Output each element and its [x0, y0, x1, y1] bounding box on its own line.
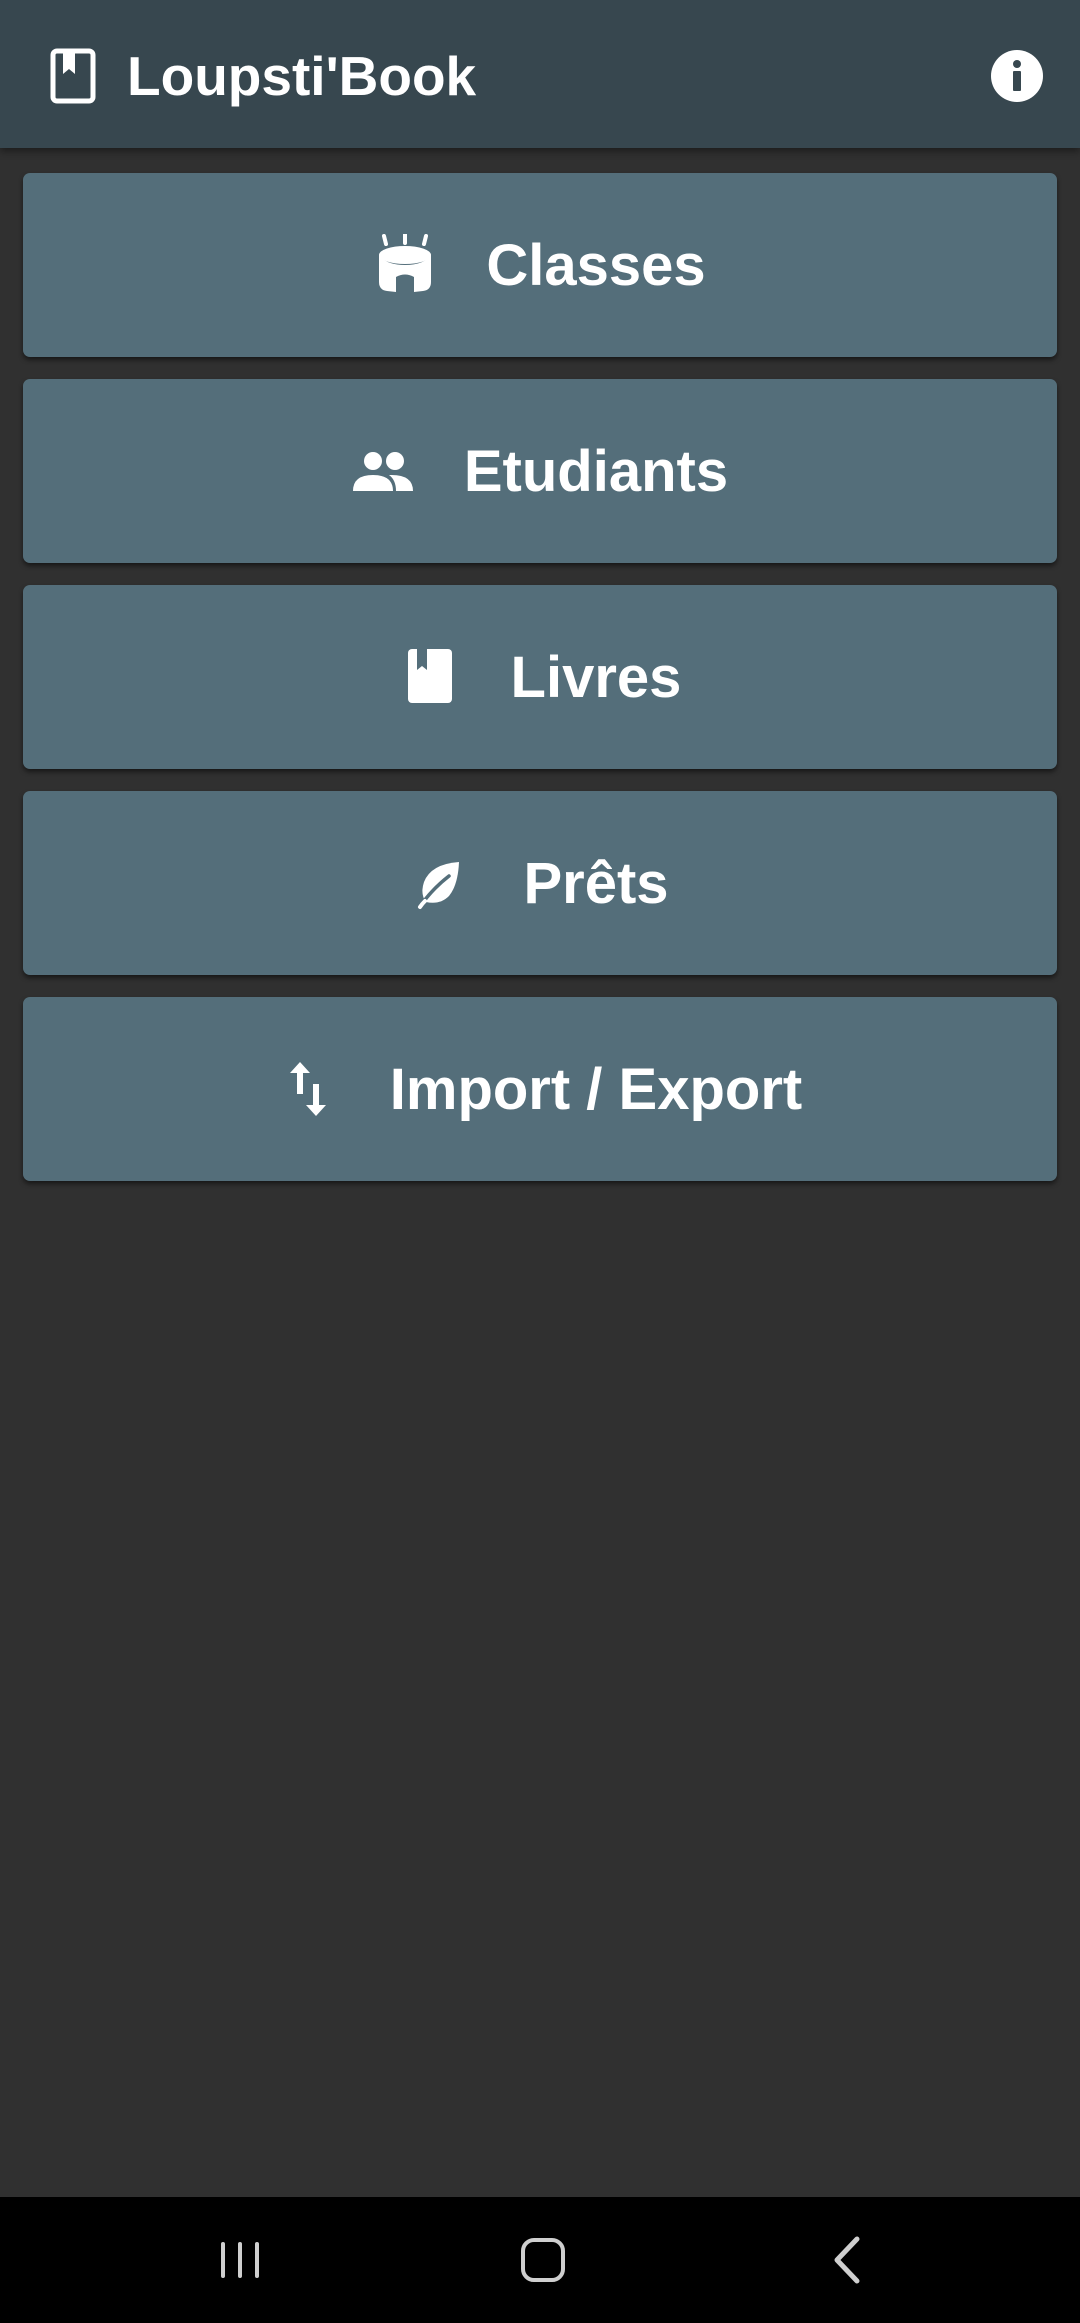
stadium-icon — [374, 234, 436, 296]
people-icon — [352, 440, 414, 502]
app-bar: Loupsti'Book — [0, 0, 1080, 148]
bookmark-book-icon — [50, 48, 96, 104]
prets-label: Prêts — [523, 850, 669, 916]
livres-label: Livres — [510, 644, 682, 710]
etudiants-button[interactable]: Etudiants — [23, 379, 1057, 563]
book-icon — [399, 646, 461, 708]
recent-apps-icon[interactable] — [200, 2230, 280, 2290]
leaf-icon — [411, 852, 473, 914]
app-title: Loupsti'Book — [127, 45, 477, 107]
system-navigation-bar — [0, 2197, 1080, 2323]
info-icon[interactable] — [990, 49, 1044, 103]
prets-button[interactable]: Prêts — [23, 791, 1057, 975]
livres-button[interactable]: Livres — [23, 585, 1057, 769]
back-icon[interactable] — [806, 2230, 886, 2290]
swap-vertical-icon — [278, 1058, 340, 1120]
home-icon[interactable] — [503, 2230, 583, 2290]
classes-button[interactable]: Classes — [23, 173, 1057, 357]
import-export-button[interactable]: Import / Export — [23, 997, 1057, 1181]
main-menu: Classes Etudiants Livres Prêts Import / … — [23, 173, 1057, 1203]
classes-label: Classes — [486, 232, 706, 298]
import-export-label: Import / Export — [389, 1056, 803, 1122]
etudiants-label: Etudiants — [463, 438, 729, 504]
